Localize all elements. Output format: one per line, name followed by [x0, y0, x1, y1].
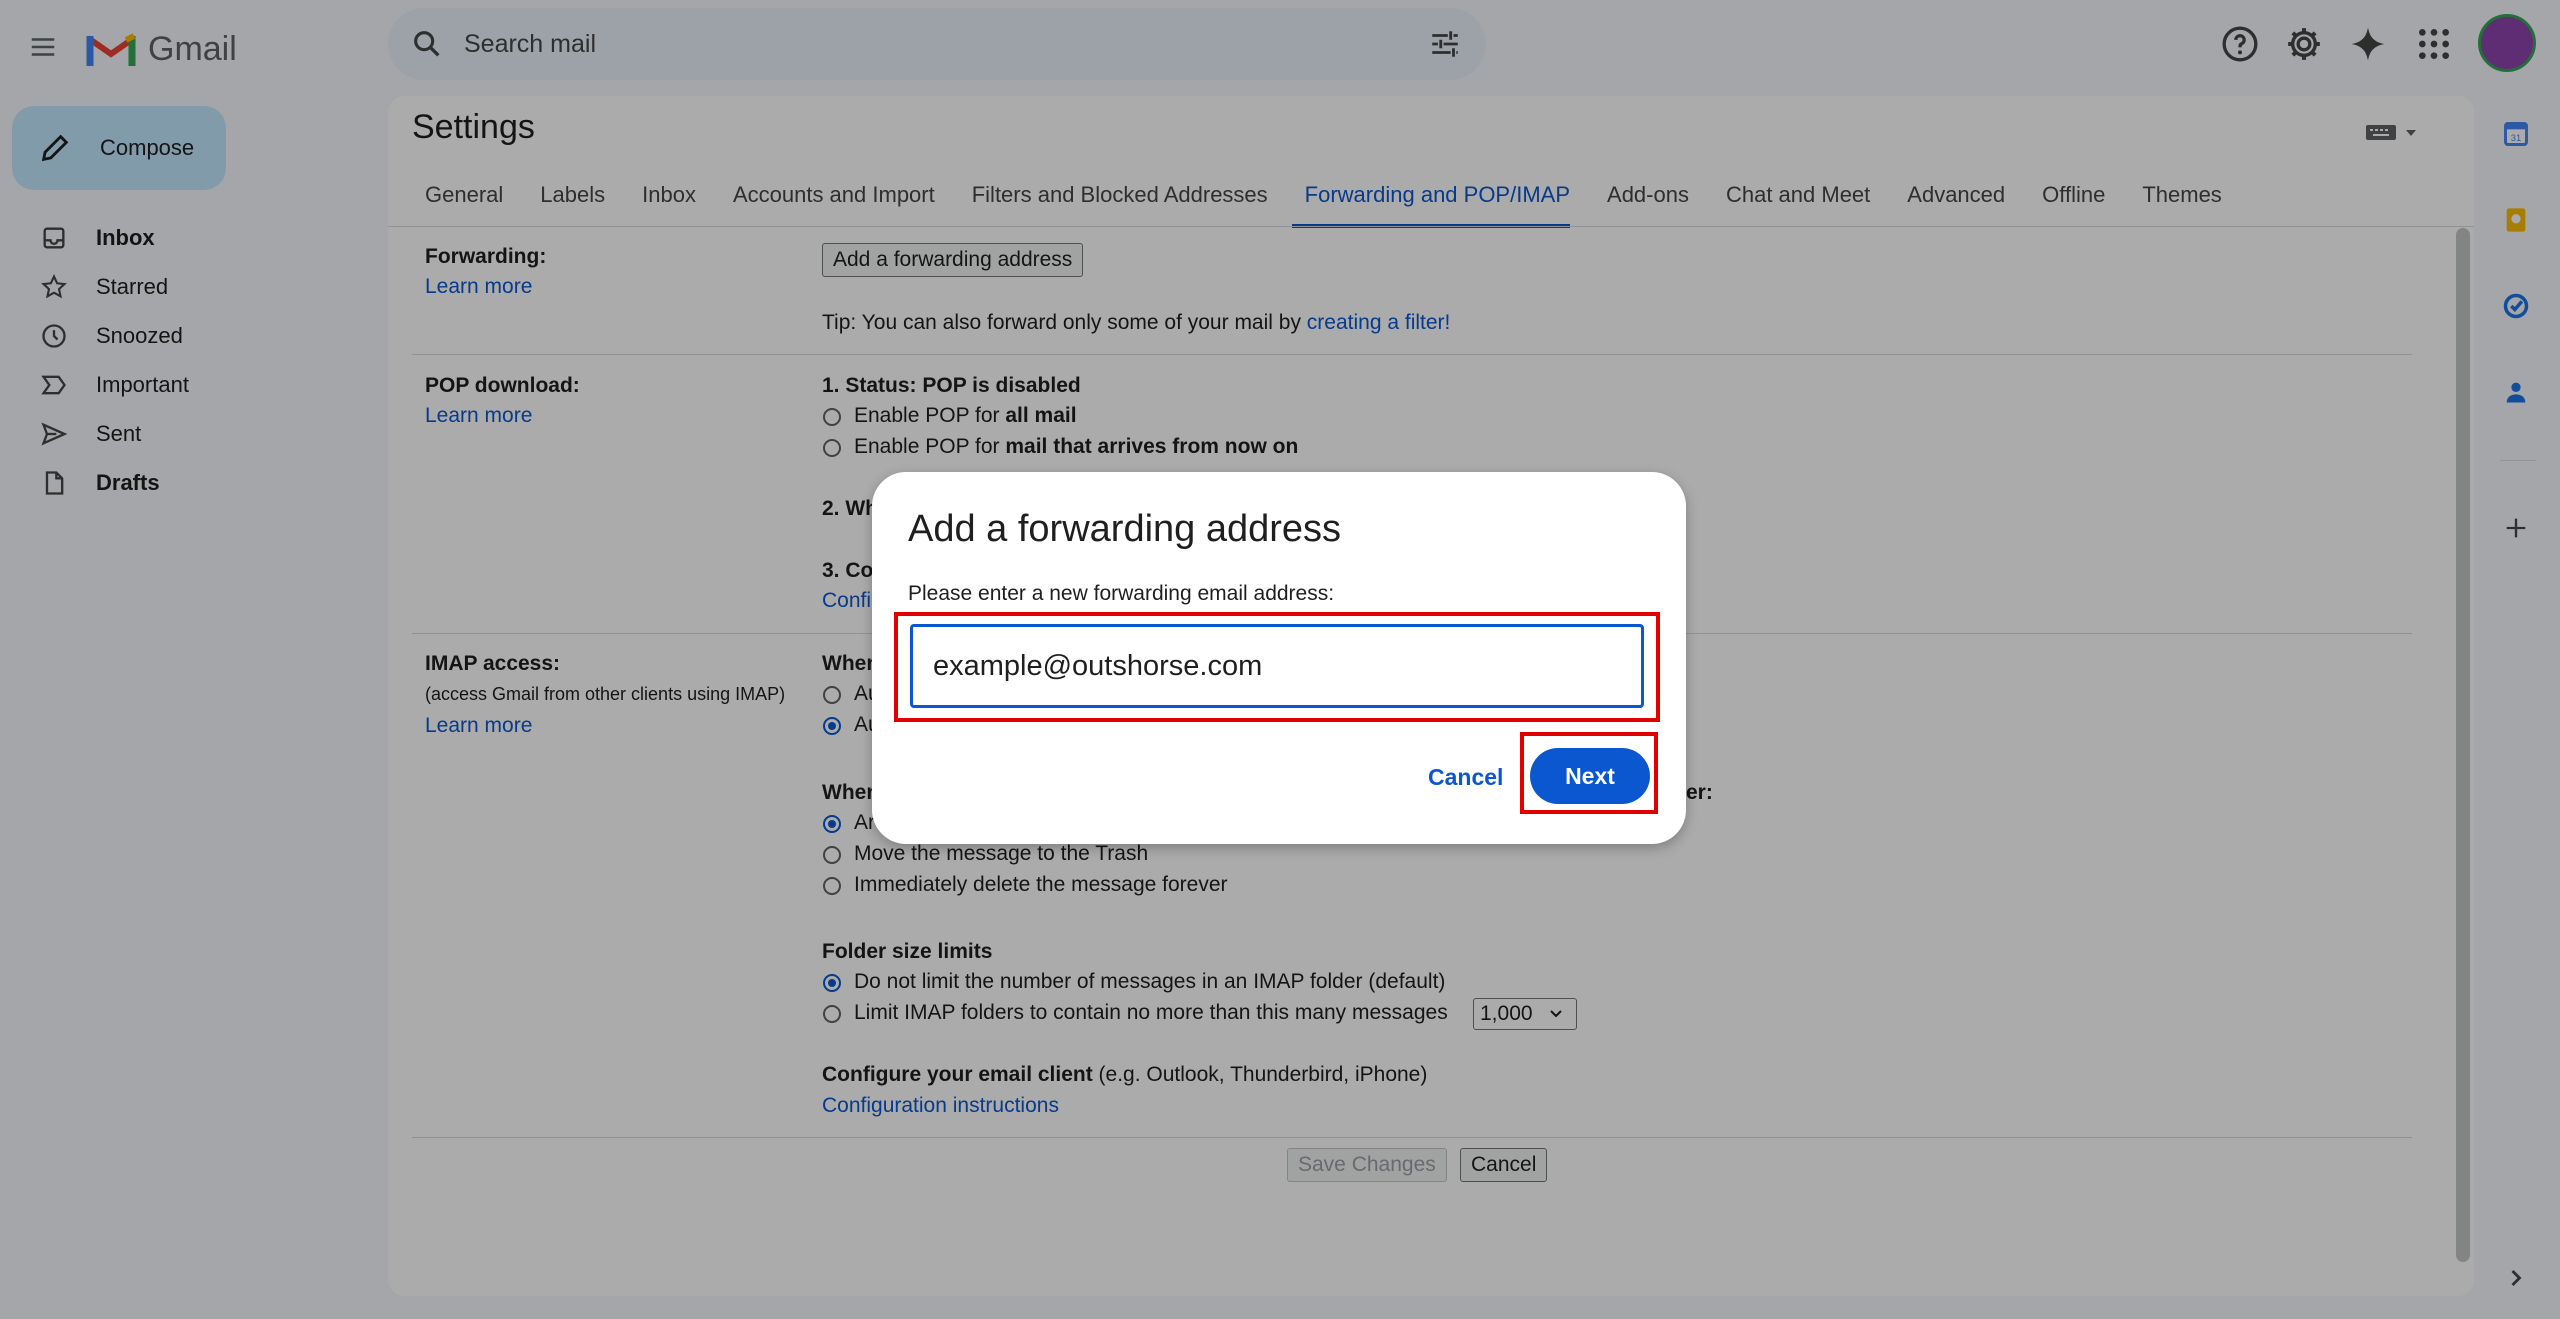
dialog-next-button[interactable]: Next [1530, 748, 1650, 804]
add-forwarding-address-dialog: Add a forwarding address Please enter a … [872, 472, 1686, 844]
dialog-cancel-button[interactable]: Cancel [1428, 764, 1503, 791]
dialog-prompt: Please enter a new forwarding email addr… [908, 582, 1335, 605]
forwarding-email-input[interactable]: example@outshorse.com [910, 624, 1644, 708]
dialog-title: Add a forwarding address [908, 508, 1342, 550]
